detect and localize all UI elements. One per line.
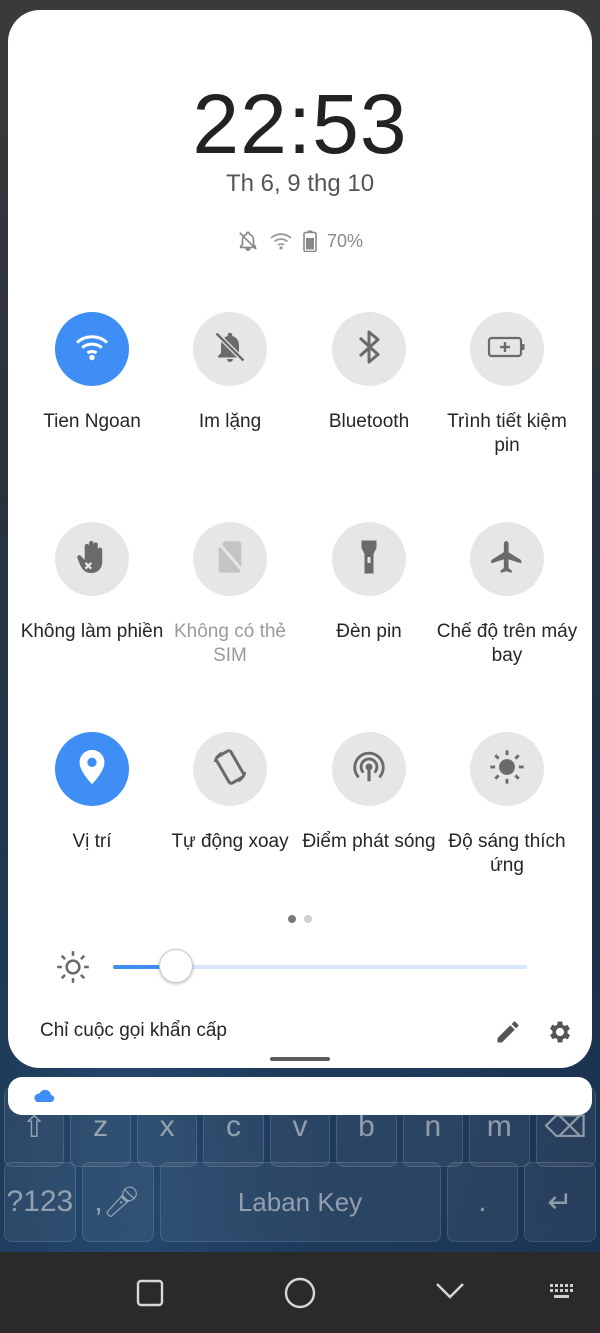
hotspot-icon bbox=[350, 748, 388, 791]
tile-no-sim: Không có thẻ SIM bbox=[155, 522, 305, 668]
location-icon bbox=[78, 748, 106, 791]
tile-flashlight-button[interactable] bbox=[332, 522, 406, 596]
tile-do-not-disturb[interactable]: Không làm phiền bbox=[17, 522, 167, 644]
bell-off-icon bbox=[237, 230, 259, 252]
tile-bluetooth[interactable]: Bluetooth bbox=[294, 312, 444, 434]
battery-saver-icon bbox=[487, 335, 527, 364]
tile-airplane-mode[interactable]: Chế độ trên máy bay bbox=[432, 522, 582, 668]
cloud-icon bbox=[32, 1088, 56, 1109]
tile-bluetooth-label: Bluetooth bbox=[328, 411, 410, 432]
tile-hotspot-button[interactable] bbox=[332, 732, 406, 806]
tile-location[interactable]: Vị trí bbox=[17, 732, 167, 854]
tile-do-not-disturb-button[interactable] bbox=[55, 522, 129, 596]
clock-time: 22:53 bbox=[192, 77, 408, 171]
period-key: . bbox=[446, 1162, 519, 1242]
tile-battery-saver-button[interactable] bbox=[470, 312, 544, 386]
tile-airplane-mode-label: Chế độ trên máy bay bbox=[436, 621, 578, 666]
tile-hotspot-label: Điểm phát sóng bbox=[302, 831, 436, 852]
wifi-icon bbox=[74, 332, 110, 367]
drag-handle[interactable] bbox=[270, 1057, 330, 1061]
tile-adaptive-brightness[interactable]: Độ sáng thích ứng bbox=[432, 732, 582, 878]
home-circle-icon[interactable] bbox=[283, 1276, 317, 1315]
emergency-calls-only-text: Chỉ cuộc gọi khẩn cấp bbox=[40, 1020, 227, 1041]
comma-key: , 🎤︎ bbox=[81, 1162, 154, 1242]
tile-adaptive-brightness-button[interactable] bbox=[470, 732, 544, 806]
tile-location-button[interactable] bbox=[55, 732, 129, 806]
tile-wifi[interactable]: Tien Ngoan bbox=[17, 312, 167, 434]
tile-hotspot[interactable]: Điểm phát sóng bbox=[294, 732, 444, 854]
tile-auto-rotate[interactable]: Tự động xoay bbox=[155, 732, 305, 854]
back-chevron-icon[interactable] bbox=[434, 1280, 466, 1307]
tile-airplane-mode-button[interactable] bbox=[470, 522, 544, 596]
brightness-auto-icon bbox=[488, 748, 526, 791]
symbols-key: ?123 bbox=[4, 1162, 76, 1242]
quick-settings-panel: 22:53 Th 6, 9 thg 10 70% Tien Ngoan Im l… bbox=[8, 10, 592, 1068]
battery-percent: 70% bbox=[326, 230, 364, 251]
tile-no-sim-label: Không có thẻ SIM bbox=[174, 621, 286, 666]
settings-gear-icon[interactable] bbox=[546, 1018, 574, 1051]
tile-battery-saver-label: Trình tiết kiệm pin bbox=[447, 411, 567, 456]
sim-off-icon bbox=[215, 540, 245, 579]
brightness-icon bbox=[54, 948, 92, 991]
tile-auto-rotate-label: Tự động xoay bbox=[171, 831, 289, 852]
status-icons: 70% bbox=[8, 230, 592, 252]
flashlight-icon bbox=[358, 539, 380, 580]
notification-card[interactable] bbox=[8, 1077, 592, 1115]
rotate-icon bbox=[210, 747, 250, 792]
tile-silent-label: Im lặng bbox=[198, 411, 262, 432]
brightness-slider[interactable] bbox=[113, 949, 527, 983]
page-dot-1 bbox=[288, 915, 296, 923]
page-indicator bbox=[8, 915, 592, 923]
clock-date: Th 6, 9 thg 10 bbox=[225, 170, 375, 197]
bluetooth-icon bbox=[354, 329, 384, 370]
tile-flashlight[interactable]: Đèn pin bbox=[294, 522, 444, 644]
keyboard-switch-icon[interactable] bbox=[548, 1282, 576, 1307]
edit-pencil-icon[interactable] bbox=[494, 1018, 522, 1051]
tile-silent-button[interactable] bbox=[193, 312, 267, 386]
tile-no-sim-button bbox=[193, 522, 267, 596]
tile-wifi-button[interactable] bbox=[55, 312, 129, 386]
tile-do-not-disturb-label: Không làm phiền bbox=[20, 621, 164, 642]
page-dot-2 bbox=[304, 915, 312, 923]
keyboard-row-2: ?123 , 🎤︎ Laban Key . ↵ bbox=[0, 1162, 600, 1242]
tile-battery-saver[interactable]: Trình tiết kiệm pin bbox=[432, 312, 582, 458]
tile-adaptive-brightness-label: Độ sáng thích ứng bbox=[448, 831, 566, 876]
bell-off-icon bbox=[212, 329, 248, 370]
tile-bluetooth-button[interactable] bbox=[332, 312, 406, 386]
recents-square-icon[interactable] bbox=[135, 1278, 165, 1313]
enter-key: ↵ bbox=[524, 1162, 596, 1242]
airplane-icon bbox=[488, 538, 526, 581]
tile-flashlight-label: Đèn pin bbox=[336, 621, 402, 642]
navigation-bar bbox=[0, 1252, 600, 1333]
wifi-icon bbox=[269, 231, 293, 251]
space-key: Laban Key bbox=[159, 1162, 441, 1242]
battery-icon bbox=[303, 230, 317, 252]
tile-wifi-label: Tien Ngoan bbox=[43, 411, 141, 432]
brightness-slider-thumb[interactable] bbox=[159, 949, 194, 983]
tile-auto-rotate-button[interactable] bbox=[193, 732, 267, 806]
tile-location-label: Vị trí bbox=[72, 831, 112, 852]
tile-silent[interactable]: Im lặng bbox=[155, 312, 305, 434]
hand-icon bbox=[74, 538, 110, 581]
